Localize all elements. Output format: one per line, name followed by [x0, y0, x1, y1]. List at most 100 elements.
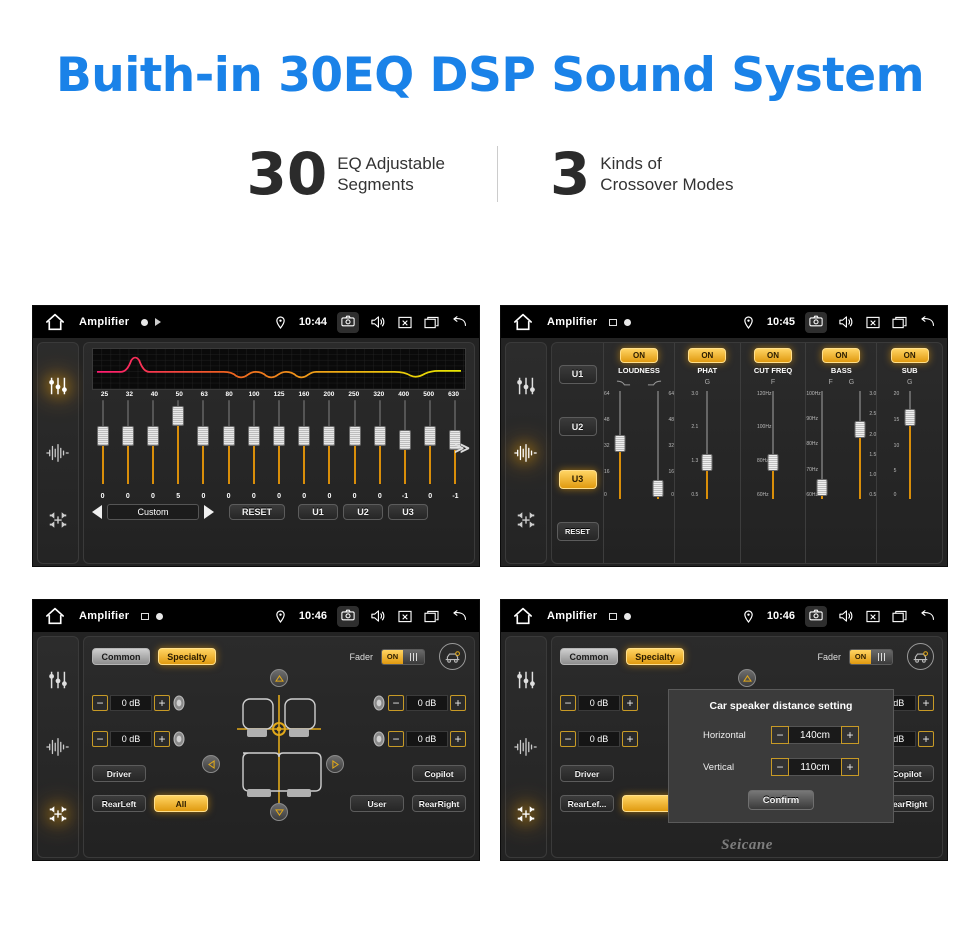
- home-icon[interactable]: [45, 313, 65, 331]
- minus-button[interactable]: −: [92, 695, 108, 711]
- cut-freq-on-button[interactable]: ON: [754, 348, 792, 363]
- eq-slider[interactable]: [392, 400, 417, 492]
- waveform-icon[interactable]: [513, 440, 539, 466]
- phat-on-button[interactable]: ON: [688, 348, 727, 363]
- seat-rearleft-button[interactable]: RearLef...: [560, 795, 614, 812]
- speaker-balance-icon[interactable]: [45, 507, 71, 533]
- close-box-icon[interactable]: [396, 608, 413, 625]
- back-arrow-icon[interactable]: [450, 608, 467, 625]
- eq-slider[interactable]: [367, 400, 392, 492]
- recent-apps-icon[interactable]: [423, 608, 440, 625]
- car-speaker-icon[interactable]: [907, 643, 934, 670]
- eq-sliders-icon[interactable]: [513, 373, 539, 399]
- eq-slider[interactable]: [191, 400, 216, 492]
- plus-button[interactable]: +: [154, 695, 170, 711]
- minus-button[interactable]: −: [771, 758, 789, 776]
- bass-on-button[interactable]: ON: [822, 348, 861, 363]
- loudness-on-button[interactable]: ON: [620, 348, 658, 363]
- plus-button[interactable]: +: [622, 695, 638, 711]
- waveform-icon[interactable]: [513, 734, 539, 760]
- speaker-balance-icon[interactable]: [513, 801, 539, 827]
- volume-icon[interactable]: [837, 608, 854, 625]
- seat-user-button[interactable]: User: [350, 795, 404, 812]
- camera-icon[interactable]: [805, 311, 827, 333]
- recent-apps-icon[interactable]: [891, 314, 908, 331]
- eq-slider[interactable]: [266, 400, 291, 492]
- close-box-icon[interactable]: [864, 608, 881, 625]
- plus-button[interactable]: +: [841, 758, 859, 776]
- eq-sliders-icon[interactable]: [513, 667, 539, 693]
- speaker-balance-icon[interactable]: [513, 507, 539, 533]
- eq-slider[interactable]: [418, 400, 443, 492]
- bass-gain-slider[interactable]: 3.0 2.5 2.0 1.5 1.0 0.5: [844, 391, 876, 501]
- home-icon[interactable]: [513, 313, 533, 331]
- back-arrow-icon[interactable]: [918, 608, 935, 625]
- dpad-left-button[interactable]: [202, 755, 220, 773]
- plus-button[interactable]: +: [841, 726, 859, 744]
- speaker-balance-icon[interactable]: [45, 801, 71, 827]
- bass-freq-slider[interactable]: 100Hz 90Hz 80Hz 70Hz 60Hz: [806, 391, 838, 501]
- eq-slider[interactable]: [342, 400, 367, 492]
- loudness-slider-left[interactable]: 64 48 32 16 0: [604, 391, 636, 501]
- phat-gain-slider[interactable]: 3.0 2.1 1.3 0.5: [691, 391, 723, 501]
- minus-button[interactable]: −: [92, 731, 108, 747]
- eq-slider[interactable]: [90, 400, 115, 492]
- seat-copilot-button[interactable]: Copilot: [412, 765, 466, 782]
- seat-driver-button[interactable]: Driver: [560, 765, 614, 782]
- back-arrow-icon[interactable]: [450, 314, 467, 331]
- reset-button[interactable]: RESET: [229, 504, 285, 520]
- plus-button[interactable]: +: [154, 731, 170, 747]
- plus-button[interactable]: +: [918, 695, 934, 711]
- minus-button[interactable]: −: [388, 731, 404, 747]
- seat-driver-button[interactable]: Driver: [92, 765, 146, 782]
- dpad-right-button[interactable]: [326, 755, 344, 773]
- reset-button[interactable]: RESET: [556, 522, 599, 542]
- minus-button[interactable]: −: [560, 731, 576, 747]
- next-page-chevron-icon[interactable]: ≫: [454, 439, 470, 457]
- eq-slider[interactable]: [317, 400, 342, 492]
- seat-rearleft-button[interactable]: RearLeft: [92, 795, 146, 812]
- prev-preset-arrow-icon[interactable]: [92, 505, 102, 519]
- minus-button[interactable]: −: [388, 695, 404, 711]
- recent-apps-icon[interactable]: [891, 608, 908, 625]
- plus-button[interactable]: +: [918, 731, 934, 747]
- dpad-up-button[interactable]: [738, 669, 756, 687]
- car-speaker-icon[interactable]: [439, 643, 466, 670]
- camera-icon[interactable]: [337, 311, 359, 333]
- eq-sliders-icon[interactable]: [45, 667, 71, 693]
- preset-u2-button[interactable]: U2: [343, 504, 383, 520]
- camera-icon[interactable]: [805, 605, 827, 627]
- eq-slider[interactable]: [140, 400, 165, 492]
- close-box-icon[interactable]: [396, 314, 413, 331]
- sub-on-button[interactable]: ON: [890, 348, 929, 363]
- next-preset-arrow-icon[interactable]: [204, 505, 214, 519]
- eq-slider[interactable]: [115, 400, 140, 492]
- loudness-slider-right[interactable]: 64 48 32 16 0: [642, 391, 674, 501]
- volume-icon[interactable]: [369, 314, 386, 331]
- tab-specialty[interactable]: Specialty: [158, 648, 216, 665]
- close-box-icon[interactable]: [864, 314, 881, 331]
- fader-toggle[interactable]: ON: [849, 648, 893, 665]
- eq-slider[interactable]: [216, 400, 241, 492]
- tab-common[interactable]: Common: [560, 648, 618, 665]
- sub-gain-slider[interactable]: 20 15 10 5 0: [894, 391, 926, 501]
- camera-icon[interactable]: [337, 605, 359, 627]
- home-icon[interactable]: [45, 607, 65, 625]
- home-icon[interactable]: [513, 607, 533, 625]
- eq-slider[interactable]: [241, 400, 266, 492]
- eq-slider[interactable]: [292, 400, 317, 492]
- minus-button[interactable]: −: [560, 695, 576, 711]
- preset-u3-button[interactable]: U3: [388, 504, 428, 520]
- eq-sliders-icon[interactable]: [45, 373, 71, 399]
- preset-u2-button[interactable]: U2: [558, 417, 597, 437]
- eq-slider[interactable]: [166, 400, 191, 492]
- tab-specialty[interactable]: Specialty: [626, 648, 684, 665]
- cut-freq-slider[interactable]: 120Hz 100Hz 80Hz 60Hz: [757, 391, 789, 501]
- dpad-up-button[interactable]: [270, 669, 288, 687]
- preset-u3-button[interactable]: U3: [558, 469, 597, 489]
- confirm-button[interactable]: Confirm: [748, 790, 814, 810]
- recent-apps-icon[interactable]: [423, 314, 440, 331]
- preset-name[interactable]: Custom: [107, 504, 199, 520]
- fader-toggle[interactable]: ON: [381, 648, 425, 665]
- preset-u1-button[interactable]: U1: [558, 364, 597, 384]
